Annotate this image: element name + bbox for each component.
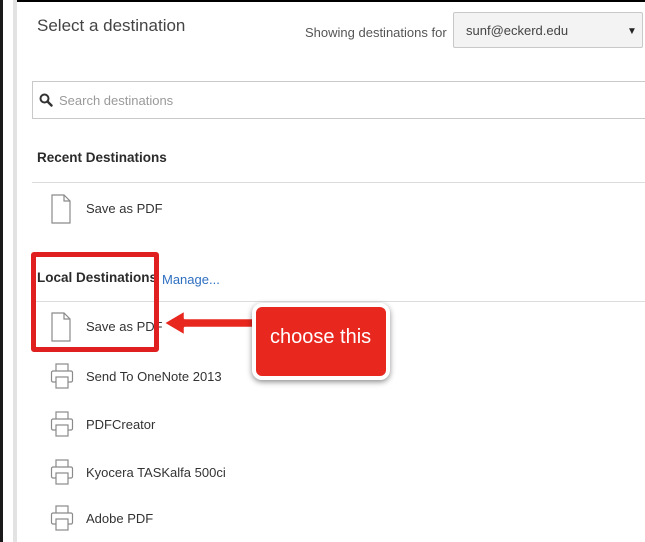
callout-text: choose this	[270, 326, 372, 348]
manage-link[interactable]: Manage...	[162, 272, 220, 287]
dest-label: Send To OneNote 2013	[86, 369, 222, 384]
local-dest-item-kyocera[interactable]: Kyocera TASKalfa 500ci	[50, 458, 310, 488]
dest-label: Kyocera TASKalfa 500ci	[86, 465, 226, 480]
local-dest-item-adobe-pdf[interactable]: Adobe PDF	[50, 504, 310, 534]
callout: choose this	[252, 303, 390, 380]
callout-arrow-icon	[161, 308, 258, 338]
left-rule	[13, 0, 17, 542]
printer-icon	[50, 505, 74, 531]
search-input[interactable]	[59, 90, 459, 110]
dest-label: Save as PDF	[86, 201, 163, 216]
recent-separator	[32, 182, 645, 183]
account-value: sunf@eckerd.edu	[466, 23, 569, 38]
local-dest-item-pdfcreator[interactable]: PDFCreator	[50, 410, 310, 440]
printer-icon	[50, 459, 74, 485]
dest-label: PDFCreator	[86, 417, 156, 432]
highlight-box	[31, 252, 159, 352]
left-gap	[3, 0, 13, 542]
document-icon	[51, 194, 71, 224]
recent-dest-item-save-as-pdf[interactable]: Save as PDF	[50, 194, 310, 224]
showing-destinations-label: Showing destinations for	[305, 25, 447, 40]
recent-destinations-heading: Recent Destinations	[37, 150, 167, 165]
printer-icon	[50, 363, 74, 389]
dest-label: Adobe PDF	[86, 511, 154, 526]
search-box[interactable]	[32, 81, 645, 119]
search-icon	[39, 93, 53, 107]
dropdown-arrow-icon: ▼	[627, 26, 637, 37]
dialog-title: Select a destination	[37, 16, 186, 35]
printer-icon	[50, 411, 74, 437]
account-select[interactable]: sunf@eckerd.edu ▼	[453, 12, 643, 48]
top-border	[0, 0, 645, 2]
